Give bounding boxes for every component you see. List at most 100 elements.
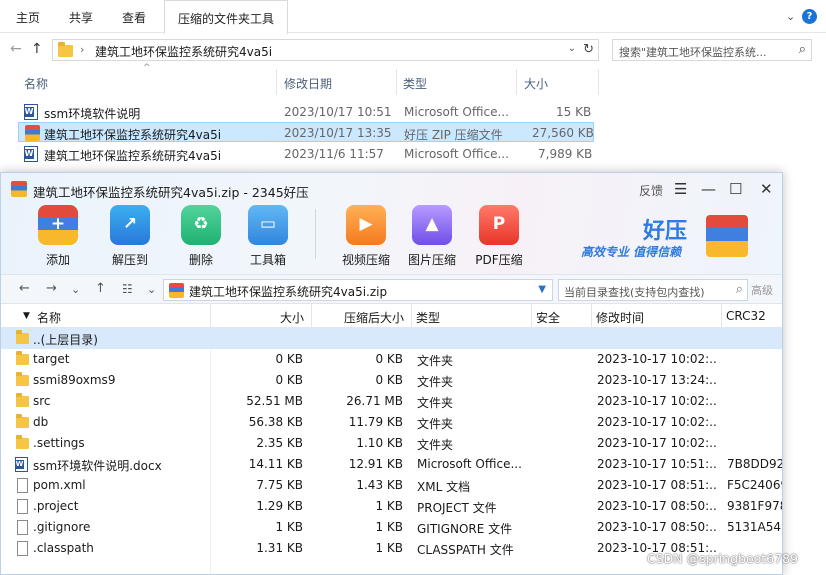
tab-home[interactable]: 主页 [16,9,40,26]
history-dropdown-icon[interactable]: ⌄ [71,283,80,296]
zrow-crc32: F5C24069 [727,478,783,492]
zrow-name: src [33,394,51,408]
zip-file-row[interactable]: .gitignore 1 KB 1 KB GITIGNORE 文件 2023-10-17… [1,517,783,538]
col-divider[interactable] [721,304,722,328]
view-dropdown-icon[interactable]: ⌄ [147,283,156,296]
back-arrow-icon[interactable]: ← [19,281,30,296]
tab-view[interactable]: 查看 [122,9,146,26]
col-size[interactable]: 大小 [524,75,548,92]
zrow-name: ssm环境软件说明.docx [33,459,162,473]
tab-compressed-folder-tools[interactable]: 压缩的文件夹工具 [164,0,289,34]
col-divider[interactable] [276,69,277,95]
file-name: ssm环境软件说明 [44,107,141,121]
zip-file-row[interactable]: db 56.38 KB 11.79 KB 文件夹 2023-10-17 10:02:..… [1,412,782,433]
zrow-crc32: 9381F978 [727,499,783,513]
up-arrow-icon[interactable]: ↑ [31,41,43,57]
col-divider[interactable] [311,304,312,328]
col-divider[interactable] [531,304,532,328]
zrow-crc32: 5131A54F [727,520,783,534]
address-field[interactable]: › 建筑工地环保监控系统研究4va5i ⌄ ↻ [52,39,599,61]
zip-file-row[interactable]: ssmi89oxms9 0 KB 0 KB 文件夹 2023-10-17 13:24:.… [1,370,782,391]
col-name[interactable]: 名称 [24,75,48,92]
view-mode-icon[interactable]: ☷ [122,282,133,296]
parent-directory-row[interactable]: ..(上层目录) [1,328,782,349]
explorer-file-row-selected[interactable]: 建筑工地环保监控系统研究4va5i 2023/10/17 13:35 好压 ZI… [18,122,594,142]
sort-down-icon: ▼ [23,311,30,321]
menu-icon[interactable]: ☰ [674,180,687,198]
col-type[interactable]: 类型 [403,75,427,92]
col-divider[interactable] [396,69,397,95]
zrow-size: 1.31 KB [256,541,303,555]
minimize-icon[interactable]: — [701,180,716,198]
explorer-address-bar: ← ↑ › 建筑工地环保监控系统研究4va5i ⌄ ↻ 搜索"建筑工地环保监控系… [0,38,826,62]
extract-to-button[interactable]: ↗ 解压到 [103,205,157,268]
back-arrow-icon[interactable]: ← [10,41,22,57]
file-icon [17,520,28,535]
video-compress-button[interactable]: ▶ 视频压缩 [339,205,393,268]
col-date[interactable]: 修改日期 [284,75,332,92]
zrow-size: 0 KB [275,352,303,366]
col-divider[interactable] [411,304,412,328]
explorer-file-row[interactable]: ssm环境软件说明 2023/10/17 10:51 Microsoft Off… [18,102,594,122]
forward-arrow-icon[interactable]: → [46,281,57,296]
zcol-type[interactable]: 类型 [416,309,440,326]
zip-file-row[interactable]: target 0 KB 0 KB 文件夹 2023-10-17 10:02:... [1,349,782,370]
ribbon-collapse-chevron-icon[interactable]: ⌄ [786,10,795,23]
zip-header-area: 建筑工地环保监控系统研究4va5i.zip - 2345好压 反馈 ☰ — ☐ … [1,173,782,274]
pdf-compress-button[interactable]: P PDF压缩 [472,205,526,268]
close-icon[interactable]: ✕ [760,180,773,198]
tab-share[interactable]: 共享 [69,9,93,26]
toolbox-button[interactable]: ▭ 工具箱 [241,205,295,268]
zip-file-row[interactable]: .project 1.29 KB 1 KB PROJECT 文件 2023-10-17 … [1,496,783,517]
file-date: 2023/11/6 11:57 [284,147,384,161]
refresh-icon[interactable]: ↻ [583,42,594,57]
zip-search-input[interactable]: 当前目录查找(支持包内查找) ⌕ [558,279,748,301]
file-type: 好压 ZIP 压缩文件 [404,128,503,142]
zip-file-row[interactable]: src 52.51 MB 26.71 MB 文件夹 2023-10-17 10:02:.… [1,391,782,412]
address-dropdown-icon[interactable]: ⌄ [568,43,576,54]
zrow-type: CLASSPATH 文件 [417,543,514,557]
zrow-size: 56.38 KB [248,415,303,429]
zrow-packed-size: 0 KB [375,373,403,387]
zip-path-field[interactable]: 建筑工地环保监控系统研究4va5i.zip ▼ [163,279,553,301]
zcol-size[interactable]: 大小 [280,309,304,326]
zrow-type: 文件夹 [417,396,454,410]
zrow-packed-size: 12.91 KB [348,457,403,471]
maximize-icon[interactable]: ☐ [729,180,742,198]
zrow-size: 1.29 KB [256,499,303,513]
col-divider[interactable] [598,69,599,95]
advanced-search-link[interactable]: 高级 [751,282,773,298]
zip-file-row[interactable]: ssm环境软件说明.docx 14.11 KB 12.91 KB Microsoft … [1,454,782,475]
feedback-link[interactable]: 反馈 [639,182,663,199]
explorer-search-input[interactable]: 搜索"建筑工地环保监控系统... ⌕ [612,39,812,61]
zcol-name[interactable]: 名称 [37,309,61,326]
zrow-name: .classpath [33,541,94,555]
zcol-modified[interactable]: 修改时间 [596,309,644,326]
zcol-crc32[interactable]: CRC32 [726,309,766,323]
path-dropdown-icon[interactable]: ▼ [538,284,546,295]
zrow-type: 文件夹 [417,354,454,368]
explorer-ribbon: 主页 共享 查看 压缩的文件夹工具 ⌄ ? [0,0,826,34]
col-divider[interactable] [516,69,517,95]
add-button[interactable]: + 添加 [31,205,85,268]
zip-file-row[interactable]: .settings 2.35 KB 1.10 KB 文件夹 2023-10-17 10:… [1,433,782,454]
col-divider[interactable] [591,304,592,328]
zcol-security[interactable]: 安全 [536,309,560,326]
delete-button[interactable]: ♻ 删除 [174,205,228,268]
help-icon[interactable]: ? [802,9,817,24]
image-compress-button[interactable]: ▲ 图片压缩 [405,205,459,268]
zip-file-row[interactable]: pom.xml 7.75 KB 1.43 KB XML 文档 2023-10-17 08… [1,475,783,496]
up-arrow-icon[interactable]: ↑ [95,281,106,296]
search-icon[interactable]: ⌕ [799,42,806,57]
zrow-modified: 2023-10-17 10:02:... [597,436,717,450]
zcol-packed[interactable]: 压缩后大小 [344,309,404,326]
address-path: 建筑工地环保监控系统研究4va5i [95,45,273,59]
zip-navigation-bar: ← → ⌄ ↑ ☷ ⌄ 建筑工地环保监控系统研究4va5i.zip ▼ 当前目录… [1,274,782,304]
explorer-file-row[interactable]: 建筑工地环保监控系统研究4va5i 2023/11/6 11:57 Micros… [18,144,594,164]
toolbox-label: 工具箱 [249,253,286,267]
zrow-packed-size: 0 KB [375,352,403,366]
search-icon[interactable]: ⌕ [736,282,743,297]
zrow-modified: 2023-10-17 10:02:... [597,415,717,429]
col-divider[interactable] [210,304,211,328]
zip-archive-icon [25,125,40,141]
